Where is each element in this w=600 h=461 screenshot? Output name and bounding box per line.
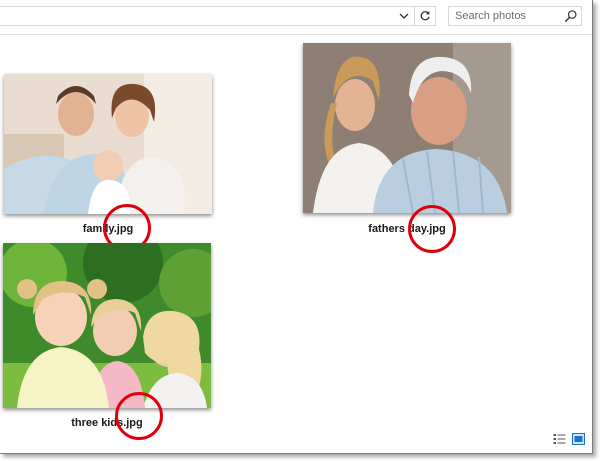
search-input[interactable] (449, 7, 561, 25)
highlight-circle (408, 205, 456, 253)
file-item-fathers-day[interactable]: fathers day.jpg (296, 35, 526, 253)
photo-thumbnail[interactable] (4, 74, 212, 214)
photo-thumbnail[interactable] (303, 43, 511, 213)
chevron-down-icon[interactable] (395, 7, 413, 25)
details-view-icon[interactable] (553, 433, 566, 445)
file-name[interactable]: fathers day.jpg (303, 223, 511, 235)
view-toggle (553, 433, 585, 445)
file-name[interactable]: three kids.jpg (3, 417, 211, 429)
large-icons-view-icon[interactable] (572, 433, 585, 445)
explorer-window: family.jpg fathers day.jpg (0, 0, 593, 454)
photo-thumbnail[interactable] (3, 243, 211, 408)
file-grid: family.jpg fathers day.jpg three kids.jp… (0, 35, 592, 453)
navigation-bar (0, 0, 592, 35)
highlight-circle (115, 392, 163, 440)
file-item-three-kids[interactable]: three kids.jpg (0, 240, 230, 450)
search-box[interactable] (448, 6, 582, 26)
search-icon[interactable] (564, 9, 578, 23)
refresh-icon[interactable] (414, 7, 435, 25)
file-item-family[interactable]: family.jpg (0, 35, 230, 252)
address-bar[interactable] (0, 6, 436, 26)
